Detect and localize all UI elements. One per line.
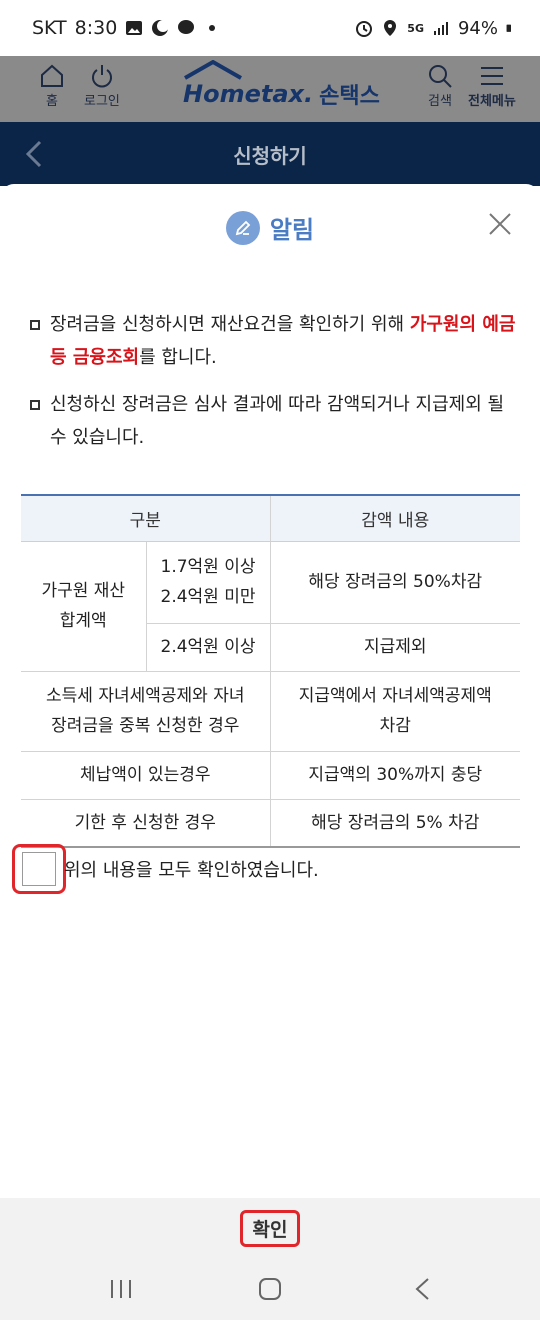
home-button[interactable]: 홈 — [38, 62, 66, 109]
notice-text: 신청하신 장려금은 심사 결과에 따라 감액되거나 지급제외 될 수 있습니다. — [50, 394, 505, 448]
row2-result-line2: 차감 — [379, 716, 411, 736]
bullet-icon — [30, 400, 40, 410]
moon-icon — [152, 20, 170, 36]
search-icon — [429, 65, 452, 88]
status-bar: SKT 8:30 5G 94% — [0, 0, 540, 56]
dot-icon — [209, 25, 216, 31]
talk-icon — [178, 20, 195, 34]
row2-result-line1: 지급액에서 자녀세액공제액 — [298, 686, 492, 706]
search-label: 검색 — [428, 94, 452, 109]
row1a-cond-line2: 2.4억원 미만 — [160, 587, 256, 607]
row1a-cond-line1: 1.7억원 이상 — [160, 557, 256, 577]
modal-title: 알림 — [269, 216, 315, 244]
system-nav-bar — [0, 1258, 540, 1320]
ok-button[interactable]: 확인 — [239, 1209, 301, 1247]
row1a-result: 해당 장려금의 50%차감 — [270, 541, 520, 624]
row2-condition: 소득세 자녀세액공제와 자녀 장려금을 중복 신청한 경우 — [21, 671, 271, 752]
logo-roof-icon — [184, 60, 242, 80]
confirm-checkbox-highlight[interactable] — [12, 844, 66, 894]
notice-modal: 알림 장려금을 신청하시면 재산요건을 확인하기 위해 가구원의 예금 등 금융… — [0, 184, 540, 1198]
signal-icon — [433, 22, 448, 35]
page-title: 신청하기 — [233, 143, 307, 168]
page-title-bar: 신청하기 — [0, 122, 540, 186]
status-right: 5G 94% — [355, 18, 516, 39]
login-label: 로그인 — [84, 94, 120, 109]
bottom-bar: 확인 — [0, 1198, 540, 1258]
hometax-logo[interactable]: Hometax. 손택스 — [183, 60, 380, 110]
power-icon — [91, 65, 112, 88]
row2-cond-line2: 장려금을 중복 신청한 경우 — [51, 716, 240, 736]
back-arrow-icon[interactable] — [22, 138, 46, 170]
home-label: 홈 — [46, 94, 58, 109]
battery-icon — [506, 24, 511, 32]
table-row: 체납액이 있는경우 지급액의 30%까지 충당 — [21, 751, 520, 800]
home-nav-icon[interactable] — [255, 1276, 285, 1302]
table-row: 소득세 자녀세액공제와 자녀 장려금을 중복 신청한 경우 지급액에서 자녀세액… — [21, 671, 520, 752]
recent-apps-icon[interactable] — [106, 1276, 136, 1302]
header-category: 구분 — [21, 494, 271, 542]
notice-item: 신청하신 장려금은 심사 결과에 따라 감액되거나 지급제외 될 수 있습니다. — [30, 388, 522, 454]
table-header-row: 구분 감액 내용 — [21, 494, 520, 542]
bullet-icon — [30, 320, 40, 330]
back-nav-icon[interactable] — [408, 1276, 438, 1302]
notice-text: 장려금을 신청하시면 재산요건을 확인하기 위해 가구원의 예금 등 금융조회를… — [30, 308, 522, 374]
confirm-row: 위의 내용을 모두 확인하였습니다. — [12, 844, 319, 894]
modal-header: 알림 — [0, 210, 540, 245]
table-row: 가구원 재산 합계액 1.7억원 이상 2.4억원 미만 해당 장려금의 50%… — [21, 541, 520, 672]
row1-group-text: 가구원 재산 합계액 — [41, 581, 126, 631]
row4-condition: 기한 후 신청한 경우 — [21, 799, 271, 848]
logo-sub: 손택스 — [319, 84, 380, 109]
row3-condition: 체납액이 있는경우 — [21, 751, 271, 800]
confirm-text: 위의 내용을 모두 확인하였습니다. — [64, 860, 319, 881]
home-icon — [41, 64, 63, 87]
row2-cond-line1: 소득세 자녀세액공제와 자녀 — [46, 686, 245, 706]
notice-item: 장려금을 신청하시면 재산요건을 확인하기 위해 가구원의 예금 등 금융조회를… — [30, 308, 522, 374]
location-icon — [384, 20, 397, 36]
row1b-condition: 2.4억원 이상 — [146, 623, 271, 672]
network-type: 5G — [407, 21, 424, 35]
logo-text: Hometax. — [183, 80, 314, 108]
menu-label: 전체메뉴 — [468, 94, 516, 109]
notice1-pre: 장려금을 신청하시면 재산요건을 확인하기 위해 — [50, 314, 410, 335]
battery-level: 94% — [457, 17, 498, 39]
menu-button[interactable]: 전체메뉴 — [468, 62, 516, 109]
app-header: 홈 로그인 Hometax. 손택스 검색 전체메뉴 — [0, 56, 540, 122]
header-reduction: 감액 내용 — [270, 494, 520, 542]
close-icon[interactable] — [486, 210, 514, 238]
gallery-icon — [126, 21, 143, 35]
status-left: SKT 8:30 — [32, 17, 221, 39]
clock: 8:30 — [74, 17, 118, 39]
carrier: SKT — [32, 17, 67, 39]
table-row: 기한 후 신청한 경우 해당 장려금의 5% 차감 — [21, 799, 520, 848]
login-button[interactable]: 로그인 — [84, 62, 120, 109]
alarm-icon — [356, 21, 373, 37]
row2-result: 지급액에서 자녀세액공제액 차감 — [270, 671, 520, 752]
hamburger-icon — [480, 67, 503, 85]
row1b-result: 지급제외 — [270, 623, 520, 672]
row1-group: 가구원 재산 합계액 — [21, 541, 147, 672]
reduction-table: 구분 감액 내용 가구원 재산 합계액 1.7억원 이상 2.4억원 미만 해당… — [21, 494, 520, 848]
row1a-condition: 1.7억원 이상 2.4억원 미만 — [146, 541, 271, 624]
row3-result: 지급액의 30%까지 충당 — [270, 751, 520, 800]
row4-result: 해당 장려금의 5% 차감 — [270, 799, 520, 848]
pencil-icon — [225, 210, 260, 245]
notice1-post: 를 합니다. — [139, 347, 217, 368]
confirm-checkbox[interactable] — [22, 852, 56, 886]
search-button[interactable]: 검색 — [426, 62, 454, 109]
